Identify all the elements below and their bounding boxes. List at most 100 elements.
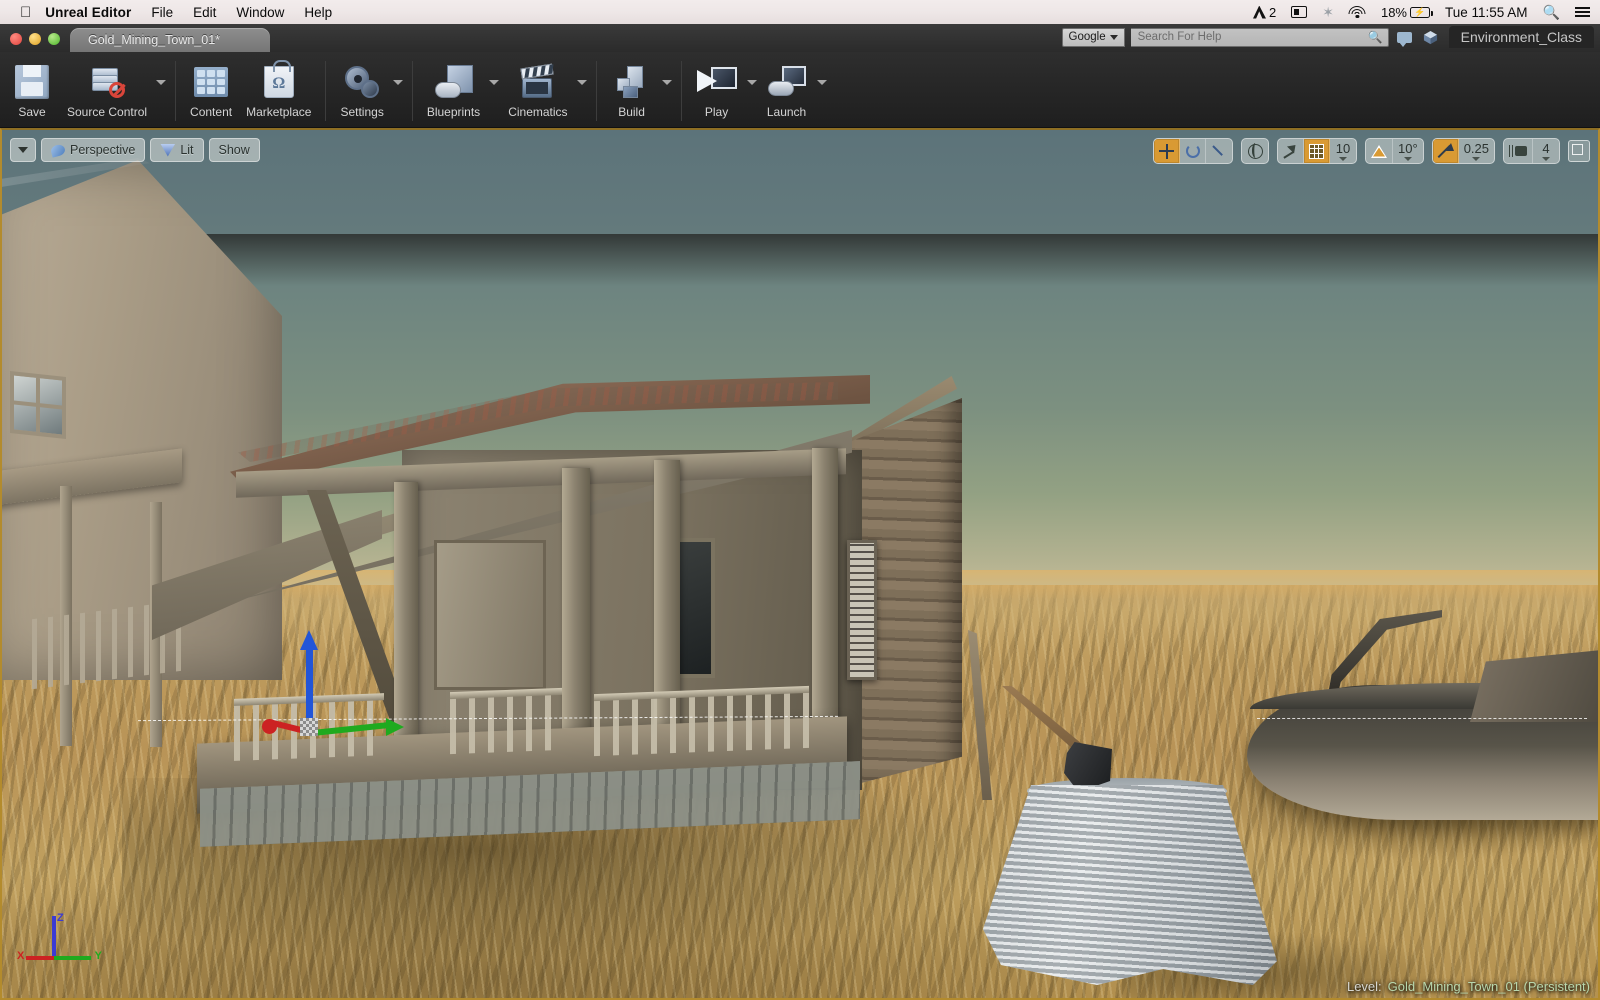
scale-snap-icon xyxy=(1438,142,1454,159)
maximize-viewport-icon[interactable] xyxy=(1568,140,1590,162)
cube-button[interactable] xyxy=(1421,28,1441,47)
build-button[interactable]: Build xyxy=(604,55,660,127)
scale-tool-icon xyxy=(1212,144,1227,159)
toolbar-group-settings: Settings xyxy=(333,55,404,127)
save-button[interactable]: Save xyxy=(4,55,60,127)
gizmo-center-hub[interactable] xyxy=(300,718,318,736)
apple-logo-icon[interactable]:  xyxy=(20,5,31,20)
zoom-window-button[interactable] xyxy=(48,33,60,45)
source-control-dropdown[interactable] xyxy=(154,55,168,127)
toolbar-separator xyxy=(411,61,413,121)
viewport-toolbar-right: 10 10° 0.25 4 xyxy=(1153,138,1590,164)
scene-cabin-door xyxy=(434,540,546,690)
menu-edit[interactable]: Edit xyxy=(193,5,216,20)
adobe-badge-count: 2 xyxy=(1269,4,1277,20)
coordinate-system-button[interactable] xyxy=(1242,139,1268,163)
save-floppy-icon xyxy=(15,60,49,104)
menu-bar-clock[interactable]: Tue 11:55 AM xyxy=(1445,5,1528,20)
play-button[interactable]: Play xyxy=(689,55,745,127)
scene-tree-stump[interactable] xyxy=(983,785,1277,985)
scene-wall-panel xyxy=(847,540,877,680)
camera-speed-button[interactable] xyxy=(1504,139,1533,163)
chevron-down-icon xyxy=(1339,156,1348,161)
help-search-input[interactable]: Search For Help 🔍 xyxy=(1130,27,1389,47)
settings-button[interactable]: Settings xyxy=(333,55,390,127)
gizmo-y-axis-arrow-icon[interactable] xyxy=(386,718,404,736)
build-dropdown[interactable] xyxy=(660,55,674,127)
notification-center-icon[interactable] xyxy=(1575,6,1590,18)
app-name-label[interactable]: Unreal Editor xyxy=(45,5,131,20)
chevron-down-icon xyxy=(489,79,500,85)
source-control-button-label: Source Control xyxy=(67,105,148,119)
surface-snap-button[interactable] xyxy=(1278,139,1305,163)
camera-mode-button[interactable]: Perspective xyxy=(41,138,146,162)
grid-snap-value-dropdown[interactable]: 10 xyxy=(1330,139,1356,163)
toolbar-group-blueprints: Blueprints Cinematics xyxy=(420,55,589,127)
menu-file[interactable]: File xyxy=(151,5,173,20)
play-dropdown[interactable] xyxy=(745,55,759,127)
rotation-snap-toggle[interactable] xyxy=(1366,139,1394,163)
settings-dropdown[interactable] xyxy=(391,55,405,127)
move-tool-icon xyxy=(1159,143,1175,159)
play-icon xyxy=(696,60,737,104)
cinematics-button[interactable]: Cinematics xyxy=(501,55,574,127)
battery-status-item[interactable]: 18% ⚡ xyxy=(1381,5,1433,20)
rotation-snap-value-dropdown[interactable]: 10° xyxy=(1393,139,1423,163)
surface-snap-icon xyxy=(1283,144,1298,158)
world-space-icon xyxy=(1247,143,1263,159)
adobe-status-item[interactable]: 2 xyxy=(1253,5,1276,20)
scale-tool-button[interactable] xyxy=(1206,139,1232,163)
level-viewport[interactable]: Perspective Lit Show 10 10° 0.25 4 Z Y X… xyxy=(0,128,1600,1000)
lit-shading-icon xyxy=(160,143,176,157)
toolbar-group-play: Play Launch xyxy=(689,55,829,127)
scale-snap-value-dropdown[interactable]: 0.25 xyxy=(1459,139,1494,163)
editor-tab[interactable]: Gold_Mining_Town_01* xyxy=(70,28,270,52)
camera-speed-value: 4 xyxy=(1542,140,1550,156)
spotlight-search-icon[interactable]: 🔍 xyxy=(1543,4,1560,21)
play-button-label: Play xyxy=(704,105,729,119)
gizmo-y-axis-handle[interactable] xyxy=(309,721,393,737)
blueprints-dropdown[interactable] xyxy=(487,55,501,127)
scale-snap-toggle[interactable] xyxy=(1432,139,1459,163)
close-window-button[interactable] xyxy=(10,33,22,45)
toolbar-separator xyxy=(325,61,327,121)
chevron-down-icon xyxy=(1472,156,1481,161)
minimize-window-button[interactable] xyxy=(29,33,41,45)
feedback-chat-button[interactable] xyxy=(1395,28,1415,47)
search-engine-dropdown[interactable]: Google xyxy=(1061,27,1125,47)
gizmo-z-axis-handle[interactable] xyxy=(306,642,313,728)
settings-gear-icon xyxy=(345,60,380,104)
content-button[interactable]: Content xyxy=(183,55,239,127)
viewport-options-menu-button[interactable] xyxy=(10,138,36,162)
menu-help[interactable]: Help xyxy=(304,5,332,20)
chevron-down-icon xyxy=(746,79,757,85)
transform-gizmo[interactable] xyxy=(262,630,412,745)
grid-snap-icon xyxy=(1309,143,1325,159)
wifi-icon[interactable] xyxy=(1348,6,1366,18)
content-button-label: Content xyxy=(190,105,233,119)
search-icon[interactable]: 🔍 xyxy=(1368,30,1383,44)
toolbar-group-content: Content Ω Marketplace xyxy=(183,55,318,127)
search-engine-label: Google xyxy=(1068,31,1106,43)
launch-button[interactable]: Launch xyxy=(759,55,815,127)
blueprints-button[interactable]: Blueprints xyxy=(420,55,487,127)
blueprints-button-label: Blueprints xyxy=(426,105,481,119)
rotate-tool-button[interactable] xyxy=(1180,139,1207,163)
bluetooth-icon[interactable]: ✶ xyxy=(1322,5,1334,19)
source-control-button[interactable]: Source Control xyxy=(60,55,154,127)
show-flags-button[interactable]: Show xyxy=(208,138,260,162)
marketplace-button[interactable]: Ω Marketplace xyxy=(239,55,318,127)
toolbar-group-build: Build xyxy=(604,55,674,127)
camera-speed-value-dropdown[interactable]: 4 xyxy=(1533,139,1559,163)
view-mode-button[interactable]: Lit xyxy=(150,138,204,162)
move-tool-button[interactable] xyxy=(1154,139,1181,163)
viewport-toolbar-left: Perspective Lit Show xyxy=(10,138,260,162)
grid-snap-toggle[interactable] xyxy=(1304,139,1331,163)
display-icon[interactable] xyxy=(1291,6,1308,18)
marketplace-bag-icon: Ω xyxy=(263,60,294,104)
launch-dropdown[interactable] xyxy=(815,55,829,127)
gizmo-x-axis-arrow-icon[interactable] xyxy=(262,719,277,734)
chevron-down-icon xyxy=(661,79,672,85)
menu-window[interactable]: Window xyxy=(236,5,284,20)
cinematics-dropdown[interactable] xyxy=(575,55,589,127)
